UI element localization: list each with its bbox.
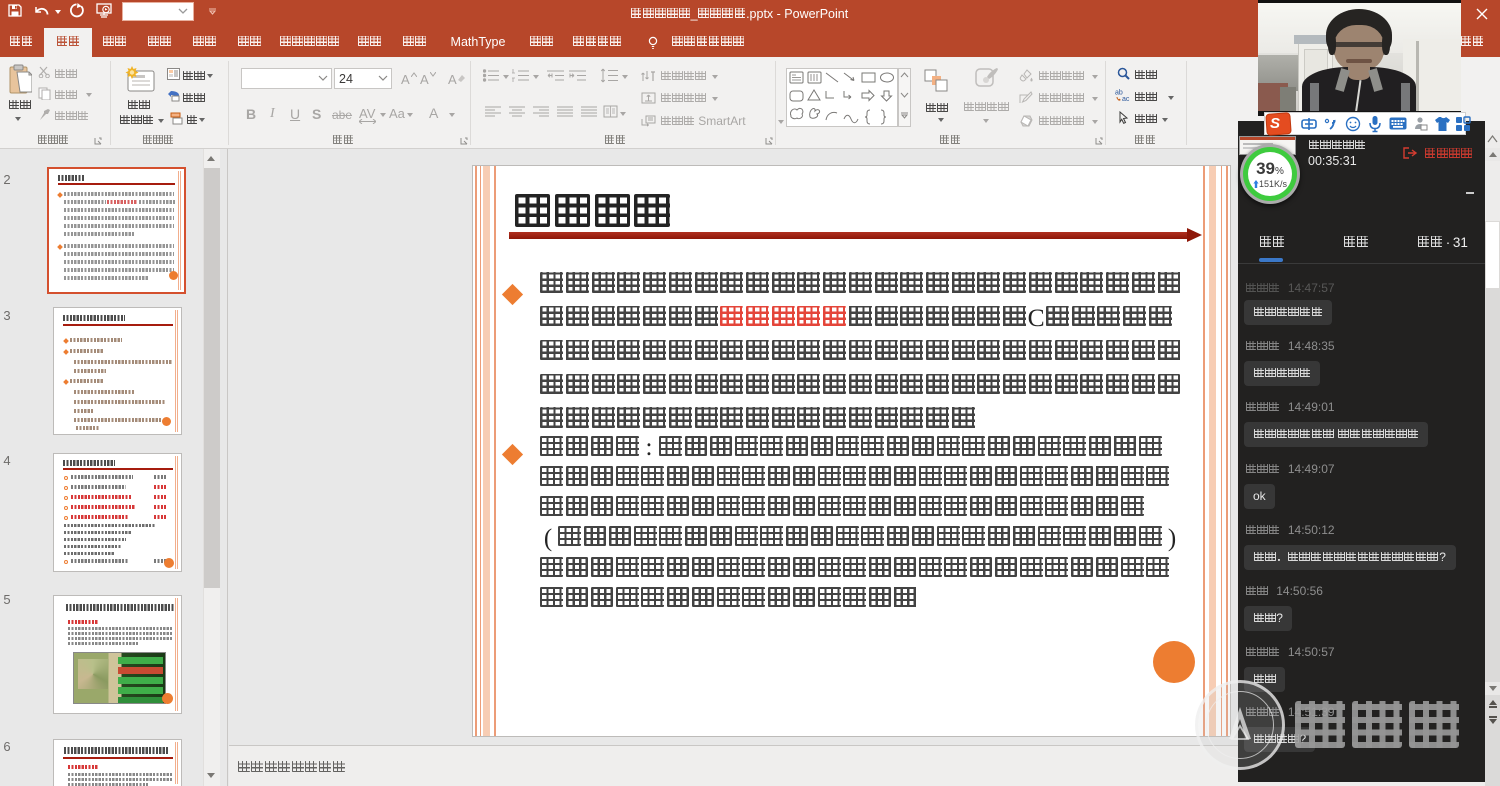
svg-text:ac: ac (1122, 96, 1130, 102)
